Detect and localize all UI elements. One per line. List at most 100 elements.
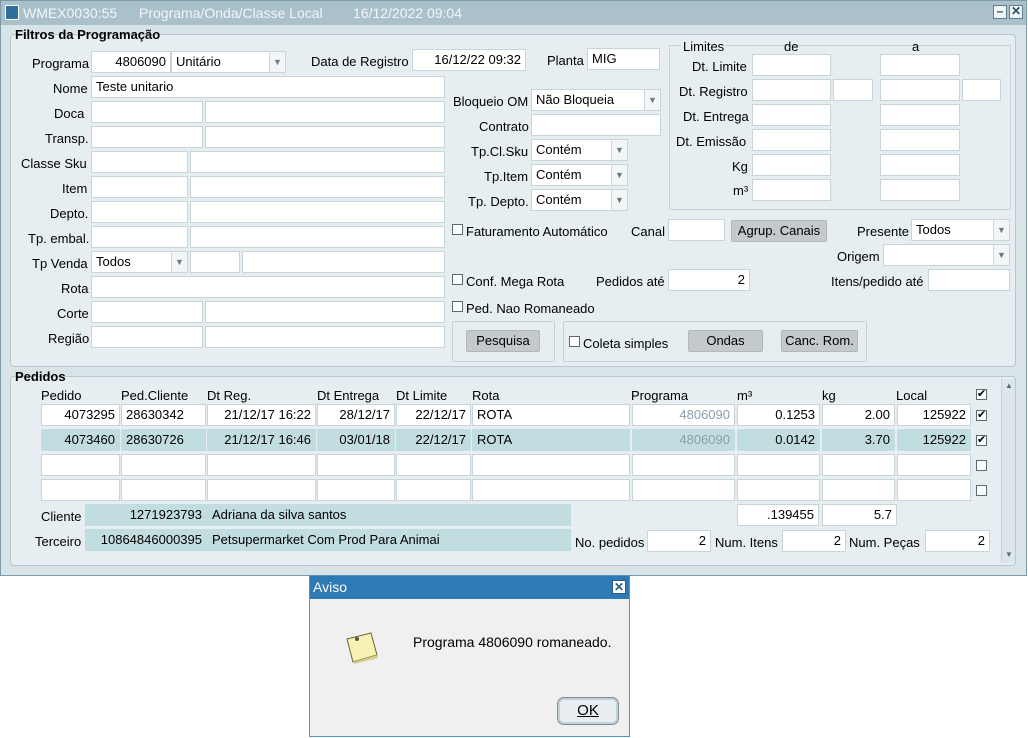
cell-local[interactable]: [897, 479, 971, 501]
scroll-up-icon[interactable]: ▲: [1003, 380, 1015, 392]
cell-kg[interactable]: [822, 454, 895, 476]
tp-venda-code-field[interactable]: [190, 251, 240, 273]
depto-code-field[interactable]: [91, 201, 188, 223]
conf-mega-rota-checkbox[interactable]: [452, 274, 463, 285]
nome-field[interactable]: Teste unitario: [91, 76, 445, 98]
cell-kg[interactable]: 3.70: [822, 429, 895, 451]
pedidos-ate-field[interactable]: 2: [668, 269, 750, 291]
row-checkbox[interactable]: [976, 408, 987, 422]
row-checkbox[interactable]: [976, 485, 987, 496]
cell-pedido[interactable]: 4073295: [41, 404, 120, 426]
tp-embal-desc-field[interactable]: [190, 226, 445, 248]
presente-select[interactable]: Todos ▼: [911, 219, 1010, 241]
close-icon[interactable]: ✕: [612, 580, 626, 594]
pedidos-scrollbar[interactable]: ▲ ▼: [1001, 379, 1015, 563]
transp-code-field[interactable]: [91, 126, 203, 148]
programa-field[interactable]: 4806090: [91, 51, 171, 73]
cell-dt-reg[interactable]: 21/12/17 16:22: [207, 404, 316, 426]
cell-dt-limite[interactable]: [396, 454, 471, 476]
dt-emissao-a-field[interactable]: [880, 129, 960, 151]
rota-field[interactable]: [91, 276, 445, 298]
cell-rota[interactable]: ROTA: [472, 429, 630, 451]
pesquisa-button[interactable]: Pesquisa: [466, 330, 540, 352]
classe-sku-code-field[interactable]: [91, 151, 188, 173]
cell-kg[interactable]: [822, 479, 895, 501]
cell-m3[interactable]: 0.1253: [737, 404, 820, 426]
tp-venda-desc-field[interactable]: [242, 251, 445, 273]
cell-ped-cliente[interactable]: 28630726: [121, 429, 206, 451]
corte-code-field[interactable]: [91, 301, 203, 323]
regiao-desc-field[interactable]: [205, 326, 445, 348]
agrup-canais-button[interactable]: Agrup. Canais: [731, 220, 827, 242]
close-icon[interactable]: ✕: [1009, 5, 1023, 19]
tp-embal-code-field[interactable]: [91, 226, 188, 248]
item-desc-field[interactable]: [190, 176, 445, 198]
transp-desc-field[interactable]: [205, 126, 445, 148]
cell-ped-cliente[interactable]: 28630342: [121, 404, 206, 426]
dt-entrega-de-field[interactable]: [752, 104, 831, 126]
cell-dt-limite[interactable]: [396, 479, 471, 501]
doca-desc-field[interactable]: [205, 101, 445, 123]
cell-local[interactable]: 125922: [897, 404, 971, 426]
item-code-field[interactable]: [91, 176, 188, 198]
contrato-field[interactable]: [531, 114, 661, 136]
row-checkbox[interactable]: [976, 433, 987, 447]
ok-button[interactable]: OK: [557, 697, 619, 725]
row-checkbox[interactable]: [976, 460, 987, 471]
corte-desc-field[interactable]: [205, 301, 445, 323]
kg-de-field[interactable]: [752, 154, 831, 176]
dt-entrega-a-field[interactable]: [880, 104, 960, 126]
cell-local[interactable]: [897, 454, 971, 476]
cell-m3[interactable]: [737, 479, 820, 501]
canal-field[interactable]: [668, 219, 725, 241]
m3-de-field[interactable]: [752, 179, 831, 201]
dt-registro-a-hora-field[interactable]: [962, 79, 1001, 101]
classe-sku-desc-field[interactable]: [190, 151, 445, 173]
tipo-select[interactable]: Unitário ▼: [171, 51, 286, 73]
dt-limite-de-field[interactable]: [752, 54, 831, 76]
itens-pedido-field[interactable]: [928, 269, 1010, 291]
cell-pedido[interactable]: 4073460: [41, 429, 120, 451]
tp-cl-sku-select[interactable]: Contém ▼: [531, 139, 628, 161]
cell-rota[interactable]: ROTA: [472, 404, 630, 426]
depto-desc-field[interactable]: [190, 201, 445, 223]
cell-dt-reg[interactable]: 21/12/17 16:46: [207, 429, 316, 451]
tp-venda-select[interactable]: Todos ▼: [91, 251, 188, 273]
faturamento-checkbox[interactable]: [452, 224, 463, 235]
cell-kg[interactable]: 2.00: [822, 404, 895, 426]
dt-registro-a-field[interactable]: [880, 79, 960, 101]
data-registro-field[interactable]: 16/12/22 09:32: [412, 49, 526, 71]
planta-field[interactable]: MIG: [587, 48, 660, 70]
dt-emissao-de-field[interactable]: [752, 129, 831, 151]
dt-registro-de-field[interactable]: [752, 79, 831, 101]
cell-ped-cliente[interactable]: [121, 454, 206, 476]
cell-m3[interactable]: [737, 454, 820, 476]
cell-rota[interactable]: [472, 479, 630, 501]
doca-code-field[interactable]: [91, 101, 203, 123]
cell-pedido[interactable]: [41, 479, 120, 501]
cell-programa[interactable]: [632, 479, 735, 501]
cell-pedido[interactable]: [41, 454, 120, 476]
cell-dt-entrega[interactable]: 03/01/18: [317, 429, 395, 451]
cell-local[interactable]: 125922: [897, 429, 971, 451]
cell-programa[interactable]: [632, 454, 735, 476]
cell-programa[interactable]: 4806090: [632, 429, 735, 451]
cell-m3[interactable]: 0.0142: [737, 429, 820, 451]
cell-dt-limite[interactable]: 22/12/17: [396, 404, 471, 426]
cell-dt-reg[interactable]: [207, 454, 316, 476]
cell-dt-entrega[interactable]: [317, 454, 395, 476]
coleta-simples-checkbox[interactable]: [569, 336, 580, 347]
dt-registro-de-hora-field[interactable]: [833, 79, 873, 101]
canc-rom-button[interactable]: Canc. Rom.: [781, 330, 858, 352]
m3-a-field[interactable]: [880, 179, 960, 201]
select-all-checkbox[interactable]: [976, 387, 987, 401]
cell-dt-limite[interactable]: 22/12/17: [396, 429, 471, 451]
ondas-button[interactable]: Ondas: [688, 330, 763, 352]
bloqueio-om-select[interactable]: Não Bloqueia ▼: [531, 89, 661, 111]
cell-rota[interactable]: [472, 454, 630, 476]
cell-dt-entrega[interactable]: [317, 479, 395, 501]
tp-depto-select[interactable]: Contém ▼: [531, 189, 628, 211]
cell-programa[interactable]: 4806090: [632, 404, 735, 426]
dt-limite-a-field[interactable]: [880, 54, 960, 76]
kg-a-field[interactable]: [880, 154, 960, 176]
